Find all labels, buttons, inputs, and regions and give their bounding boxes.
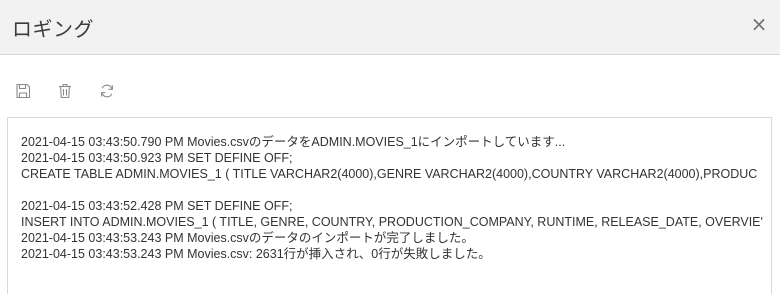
- log-output[interactable]: 2021-04-15 03:43:50.790 PM Movies.csvのデー…: [7, 117, 772, 294]
- dialog-title: ロギング: [12, 17, 94, 41]
- refresh-icon: [101, 84, 113, 98]
- toolbar: [12, 80, 138, 102]
- refresh-button[interactable]: [96, 80, 118, 102]
- save-icon: [16, 83, 31, 99]
- log-line: INSERT INTO ADMIN.MOVIES_1 ( TITLE, GENR…: [21, 215, 763, 229]
- log-line: 2021-04-15 03:43:50.923 PM SET DEFINE OF…: [21, 151, 293, 165]
- dialog-header: ロギング ×: [0, 0, 780, 55]
- logging-dialog: ロギング × 2021-04-15 03:43:50.790 PM Movies…: [0, 0, 780, 294]
- delete-button[interactable]: [54, 80, 76, 102]
- trash-icon: [59, 83, 71, 99]
- log-line: 2021-04-15 03:43:50.790 PM Movies.csvのデー…: [21, 135, 566, 149]
- log-line: CREATE TABLE ADMIN.MOVIES_1 ( TITLE VARC…: [21, 167, 758, 181]
- save-button[interactable]: [12, 80, 34, 102]
- log-line: 2021-04-15 03:43:53.243 PM Movies.csvのデー…: [21, 231, 474, 245]
- log-line-blank: [21, 182, 771, 198]
- log-line: 2021-04-15 03:43:52.428 PM SET DEFINE OF…: [21, 199, 293, 213]
- close-icon[interactable]: ×: [748, 12, 770, 36]
- log-line: 2021-04-15 03:43:53.243 PM Movies.csv: 2…: [21, 247, 491, 261]
